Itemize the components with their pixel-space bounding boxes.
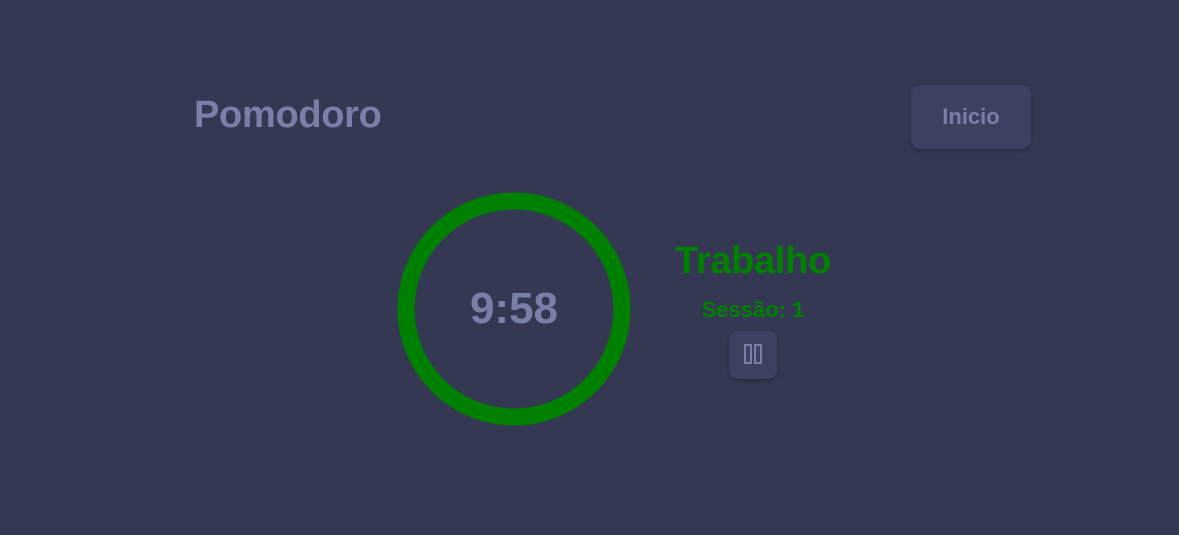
timer-display: 9:58 [469, 284, 559, 333]
session-counter: Sessão: 1 [701, 297, 805, 322]
app-title: Pomodoro [194, 94, 382, 136]
home-button[interactable]: Inicio [911, 85, 1031, 149]
mode-label: Trabalho [675, 240, 831, 282]
pause-icon [743, 343, 763, 368]
pause-button[interactable] [729, 331, 777, 379]
timer-ring: 9:58 [397, 192, 631, 426]
